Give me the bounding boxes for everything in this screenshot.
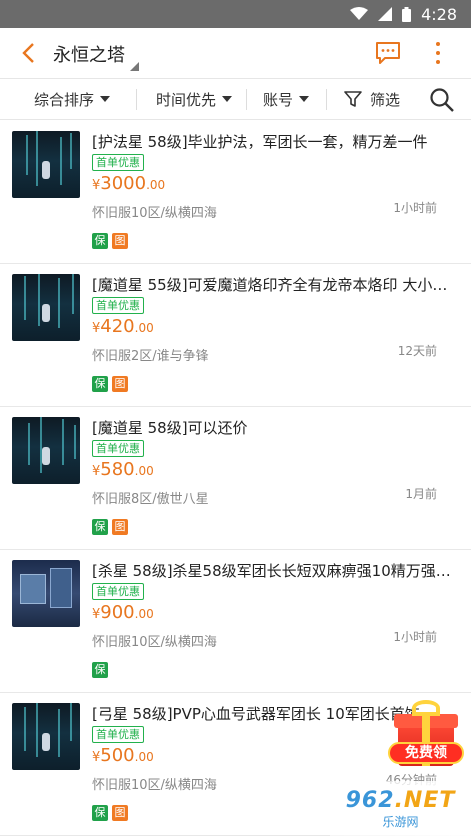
item-tags: 保 图 <box>92 233 128 249</box>
status-bar: 4:28 <box>0 0 471 28</box>
caret-down-icon <box>222 96 233 102</box>
item-price: ¥500.00 <box>92 745 154 766</box>
item-thumbnail <box>12 417 80 484</box>
message-button[interactable] <box>375 41 401 65</box>
item-time: 1小时前 <box>393 201 437 215</box>
time-dropdown[interactable]: 时间优先 <box>156 79 233 119</box>
signal-icon <box>378 7 393 21</box>
item-thumbnail <box>12 274 80 341</box>
account-label: 账号 <box>263 90 294 109</box>
first-order-badge: 首单优惠 <box>92 726 144 743</box>
caret-down-icon <box>100 96 111 102</box>
divider <box>246 89 247 110</box>
list-item[interactable]: [护法星 58级]毕业护法，军团长一套，精万差一件 首单优惠 ¥3000.00 … <box>0 121 471 264</box>
watermark-logo: 962.NET <box>345 788 456 813</box>
divider <box>326 89 327 110</box>
caret-down-icon <box>299 96 310 102</box>
dot-icon <box>436 51 440 55</box>
chevron-left-icon <box>22 43 34 63</box>
wifi-icon <box>350 7 369 21</box>
header: 永恒之塔 <box>0 28 471 78</box>
filter-label: 筛选 <box>370 90 401 109</box>
guarantee-tag: 保 <box>92 662 108 678</box>
title-dropdown-corner-icon <box>130 62 139 71</box>
item-tags: 保 图 <box>92 519 128 535</box>
first-order-badge: 首单优惠 <box>92 154 144 171</box>
chat-bubble-icon <box>376 42 400 64</box>
first-order-badge: 首单优惠 <box>92 583 144 600</box>
search-icon <box>430 88 454 112</box>
search-button[interactable] <box>428 86 456 114</box>
item-tags: 保 图 <box>92 805 128 821</box>
gift-label: 免费领 <box>388 742 464 764</box>
item-time: 1月前 <box>405 487 437 501</box>
item-title: [魔道星 58级]可以还价 <box>92 419 248 437</box>
image-tag: 图 <box>112 519 128 535</box>
funnel-icon <box>344 91 362 107</box>
first-order-badge: 首单优惠 <box>92 440 144 457</box>
item-server: 怀旧服2区/谁与争锋 <box>92 349 209 364</box>
dot-icon <box>436 42 440 46</box>
sort-label: 综合排序 <box>34 90 95 109</box>
item-time: 1小时前 <box>393 630 437 644</box>
item-server: 怀旧服10区/纵横四海 <box>92 635 217 650</box>
time-label: 时间优先 <box>156 90 217 109</box>
item-title: [护法星 58级]毕业护法，军团长一套，精万差一件 <box>92 133 428 151</box>
item-thumbnail <box>12 560 80 627</box>
filter-bar: 综合排序 时间优先 账号 筛选 <box>0 78 471 120</box>
sort-dropdown[interactable]: 综合排序 <box>34 79 111 119</box>
watermark: 962.NET 乐游网 <box>330 781 471 837</box>
dot-icon <box>436 60 440 64</box>
image-tag: 图 <box>112 805 128 821</box>
back-button[interactable] <box>14 38 42 68</box>
item-tags: 保 图 <box>92 376 128 392</box>
item-price: ¥420.00 <box>92 316 154 337</box>
item-thumbnail <box>12 131 80 198</box>
app-screen: { "status_bar": {"time": "4:28"}, "heade… <box>0 0 471 837</box>
item-price: ¥900.00 <box>92 602 154 623</box>
status-time: 4:28 <box>421 4 457 24</box>
item-server: 怀旧服8区/傲世八星 <box>92 492 209 507</box>
guarantee-tag: 保 <box>92 376 108 392</box>
list-item[interactable]: [魔道星 58级]可以还价 首单优惠 ¥580.00 怀旧服8区/傲世八星 1月… <box>0 407 471 550</box>
battery-icon <box>402 6 412 22</box>
guarantee-tag: 保 <box>92 519 108 535</box>
image-tag: 图 <box>112 376 128 392</box>
list-item[interactable]: [魔道星 55级]可爱魔道烙印齐全有龙帝本烙印 大小5黄… 首单优惠 ¥420.… <box>0 264 471 407</box>
item-server: 怀旧服10区/纵横四海 <box>92 206 217 221</box>
filter-button[interactable]: 筛选 <box>344 79 400 119</box>
item-title: [杀星 58级]杀星58级军团长长短双麻痹强10精万强10攻… <box>92 562 452 580</box>
watermark-subtitle: 乐游网 <box>382 815 419 829</box>
item-price: ¥580.00 <box>92 459 154 480</box>
item-thumbnail <box>12 703 80 770</box>
item-server: 怀旧服10区/纵横四海 <box>92 778 217 793</box>
free-gift-button[interactable]: 免费领 <box>388 700 464 780</box>
item-tags: 保 <box>92 662 108 678</box>
item-title: [魔道星 55级]可爱魔道烙印齐全有龙帝本烙印 大小5黄… <box>92 276 452 294</box>
divider <box>136 89 137 110</box>
image-tag: 图 <box>112 233 128 249</box>
guarantee-tag: 保 <box>92 233 108 249</box>
item-time: 12天前 <box>397 344 437 358</box>
page-title[interactable]: 永恒之塔 <box>53 41 125 67</box>
account-dropdown[interactable]: 账号 <box>263 79 310 119</box>
item-price: ¥3000.00 <box>92 173 166 194</box>
more-menu-button[interactable] <box>428 40 448 66</box>
list-item[interactable]: [杀星 58级]杀星58级军团长长短双麻痹强10精万强10攻… 首单优惠 ¥90… <box>0 550 471 693</box>
first-order-badge: 首单优惠 <box>92 297 144 314</box>
guarantee-tag: 保 <box>92 805 108 821</box>
